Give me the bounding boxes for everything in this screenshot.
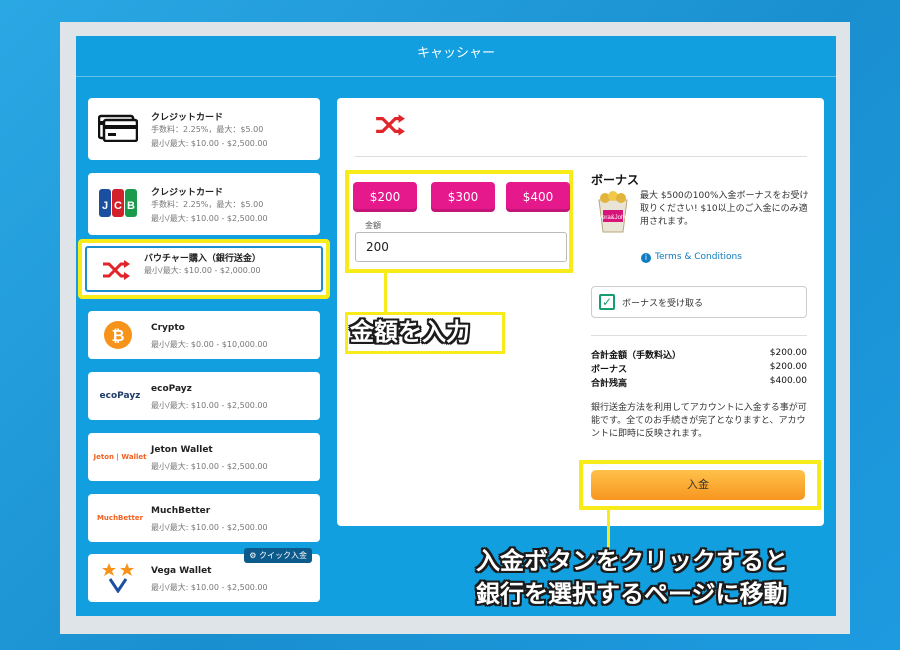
amount-callout: 金額を入力	[345, 312, 505, 354]
muchbetter-logo: MuchBetter	[96, 514, 144, 522]
jcb-logo: J C B	[96, 186, 140, 220]
method-name: Vega Wallet	[151, 566, 212, 576]
checkbox-icon[interactable]: ✓	[599, 294, 615, 310]
method-vega-wallet[interactable]: Vega Wallet 最小/最大: $10.00 - $2,500.00 ⚙ …	[88, 548, 320, 602]
svg-text:B: B	[127, 200, 135, 212]
deposit-highlight: 入金	[579, 460, 821, 510]
callout-connector	[607, 508, 610, 550]
amount-highlight: $200 $300 $400 金額 200	[345, 170, 573, 273]
preset-200-button[interactable]: $200	[353, 182, 417, 212]
method-limit: 最小/最大: $10.00 - $2,500.00	[151, 523, 268, 532]
bonus-checkbox-row[interactable]: ✓ ボーナスを受け取る	[591, 286, 807, 318]
bonus-checkbox-label: ボーナスを受け取る	[622, 299, 704, 309]
credit-card-icon	[96, 111, 140, 145]
method-name: クレジットカード	[151, 113, 224, 123]
callout-connector	[384, 272, 387, 314]
method-name: Crypto	[151, 323, 185, 333]
deposit-callout: 入金ボタンをクリックすると 銀行を選択するページに移動	[476, 547, 788, 608]
method-name: クレジットカード	[151, 188, 224, 198]
bonus-title: ボーナス	[591, 173, 640, 187]
amount-input[interactable]: 200	[355, 232, 567, 262]
preset-400-button[interactable]: $400	[506, 182, 570, 212]
amount-label: 金額	[365, 221, 381, 230]
shuffle-icon	[94, 253, 138, 287]
method-crypto[interactable]: ₿ Crypto 最小/最大: $0.00 - $10,000.00	[88, 311, 320, 359]
deposit-button[interactable]: 入金	[591, 470, 805, 500]
method-fee: 手数料：2.25%，最大：$5.00	[151, 125, 264, 134]
bitcoin-icon: ₿	[96, 318, 140, 352]
svg-text:Vera&John: Vera&John	[598, 215, 627, 221]
bank-transfer-info: 銀行送金方法を利用してアカウントに入金する事が可能です。全てのお手続きが完了とな…	[591, 403, 807, 439]
summary-row: 合計金額（手数料込） $200.00	[591, 348, 807, 361]
window-title: キャッシャー	[76, 36, 836, 77]
method-limit: 最小/最大: $10.00 - $2,500.00	[151, 462, 268, 471]
shuffle-icon	[374, 113, 406, 141]
divider	[355, 156, 807, 157]
bonus-description: 最大 $500の100%入金ボーナスをお受け取りください! $10以上のご入金に…	[640, 191, 809, 227]
bonus-image: Vera&John	[595, 190, 631, 234]
method-fee: 手数料：2.25%，最大：$5.00	[151, 200, 264, 209]
method-name: Jeton Wallet	[151, 445, 213, 455]
method-limit: 最小/最大: $10.00 - $2,500.00	[151, 401, 268, 410]
method-name: バウチャー購入（銀行送金）	[144, 254, 261, 264]
method-limit: 最小/最大: $10.00 - $2,500.00	[151, 214, 268, 223]
method-ecopayz[interactable]: ecoPayz ecoPayz 最小/最大: $10.00 - $2,500.0…	[88, 372, 320, 420]
preset-300-button[interactable]: $300	[431, 182, 495, 212]
quick-deposit-badge: ⚙ クイック入金	[244, 548, 312, 563]
method-limit: 最小/最大: $10.00 - $2,000.00	[144, 266, 261, 275]
method-name: MuchBetter	[151, 506, 211, 516]
jeton-logo: Jeton | Wallet	[93, 453, 147, 461]
ecopayz-logo: ecoPayz	[99, 391, 141, 401]
terms-link[interactable]: i Terms & Conditions	[641, 252, 742, 263]
method-limit: 最小/最大: $0.00 - $10,000.00	[151, 340, 268, 349]
vega-stars-icon	[96, 560, 140, 594]
method-limit: 最小/最大: $10.00 - $2,500.00	[151, 139, 268, 148]
method-name: ecoPayz	[151, 384, 192, 394]
method-jeton-wallet[interactable]: Jeton | Wallet Jeton Wallet 最小/最大: $10.0…	[88, 433, 320, 481]
divider	[591, 335, 807, 336]
method-credit-card[interactable]: クレジットカード 手数料：2.25%，最大：$5.00 最小/最大: $10.0…	[88, 98, 320, 160]
svg-text:₿: ₿	[111, 326, 124, 345]
summary-row: ボーナス $200.00	[591, 362, 807, 375]
summary-row: 合計残高 $400.00	[591, 376, 807, 389]
svg-text:J: J	[102, 200, 108, 212]
method-credit-card-jcb[interactable]: J C B クレジットカード 手数料：2.25%，最大：$5.00 最小/最大:…	[88, 173, 320, 235]
method-muchbetter[interactable]: MuchBetter MuchBetter 最小/最大: $10.00 - $2…	[88, 494, 320, 542]
method-limit: 最小/最大: $10.00 - $2,500.00	[151, 583, 268, 592]
method-voucher-bank-transfer[interactable]: バウチャー購入（銀行送金） 最小/最大: $10.00 - $2,000.00	[78, 239, 330, 299]
info-icon: i	[641, 253, 651, 263]
svg-text:C: C	[114, 200, 122, 212]
